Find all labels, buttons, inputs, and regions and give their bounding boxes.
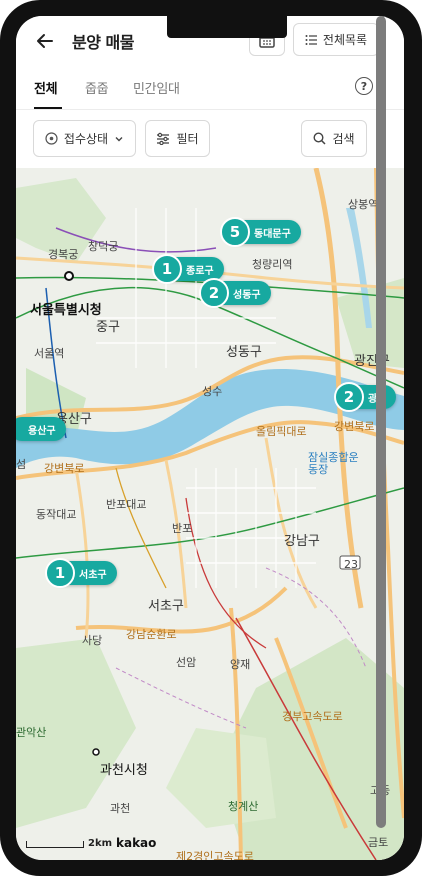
- map-label-gangnam-gu: 강남구: [284, 534, 320, 549]
- search-button[interactable]: 검색: [301, 120, 367, 157]
- map-label-je2-gyeongin: 제2경인고속도로: [176, 850, 254, 860]
- map-label-geumto: 금토: [368, 836, 389, 849]
- map-label-banpo: 반포: [172, 522, 193, 535]
- scrollbar[interactable]: [376, 16, 386, 828]
- map-label-road-23: 23: [344, 558, 358, 571]
- map-label-sadang: 사당: [82, 634, 103, 647]
- marker-count: 1: [152, 254, 182, 284]
- map-label-gwacheon-city-hall: 과천시청: [100, 763, 148, 778]
- back-button[interactable]: [34, 30, 56, 52]
- app-screen: 분양 매물 전체목록 전체 줍줍 민간임대 ? 접수상태 필터 검색 경복궁 창…: [16, 16, 404, 860]
- map-label-dongjak-bridge: 동작대교: [36, 508, 77, 521]
- map-label-changdeokgung: 창덕궁: [88, 240, 119, 253]
- filter-bar: 접수상태 필터 검색: [16, 110, 404, 168]
- category-tabs: 전체 줍줍 민간임대 ?: [16, 64, 404, 110]
- map-view[interactable]: 경복궁 창덕궁 서울특별시청 중구 서울역 청량리역 상봉역 성동구 광진구 성…: [16, 168, 404, 860]
- map-label-cheongnyangni: 청량리역: [252, 258, 293, 271]
- status-dropdown-label: 접수상태: [63, 132, 109, 146]
- map-label-banpo-bridge: 반포대교: [106, 498, 147, 511]
- map-label-seoul-station: 서울역: [34, 347, 65, 360]
- filter-button-label: 필터: [176, 132, 199, 146]
- question-circle-icon: ?: [360, 79, 368, 93]
- map-label-yangjae: 양재: [230, 658, 251, 671]
- marker-name: 종로구: [186, 265, 214, 277]
- map-label-seongdong-gu: 성동구: [226, 345, 262, 360]
- map-label-gwanaksan: 관악산: [16, 726, 47, 739]
- full-list-label: 전체목록: [322, 33, 368, 47]
- search-icon: [313, 132, 326, 145]
- device-frame: 분양 매물 전체목록 전체 줍줍 민간임대 ? 접수상태 필터 검색 경복궁 창…: [0, 0, 422, 876]
- map-label-jung-gu: 중구: [96, 320, 120, 335]
- map-marker-dongdaemun[interactable]: 5 동대문구: [220, 217, 301, 247]
- map-scale-label: 2km: [88, 838, 113, 849]
- marker-name: 용산구: [28, 425, 56, 437]
- status-notch: [167, 16, 287, 38]
- map-label-seoul-city-hall: 서울특별시청: [30, 303, 102, 318]
- tab-all[interactable]: 전체: [34, 78, 58, 97]
- map-label-gyeongbokgung: 경복궁: [48, 248, 79, 261]
- marker-count: 2: [199, 278, 229, 308]
- map-label-seocho-gu: 서초구: [148, 599, 184, 614]
- map-label-sangbong: 상봉역: [348, 198, 379, 211]
- full-list-button[interactable]: 전체목록: [293, 23, 379, 56]
- map-label-cheonggyesan: 청계산: [228, 800, 259, 813]
- map-label-gwacheon: 과천: [110, 802, 131, 815]
- circle-dot-icon: [45, 132, 58, 145]
- page-title: 분양 매물: [72, 33, 134, 52]
- arrow-left-icon: [37, 34, 53, 48]
- map-marker-seocho[interactable]: 1 서초구: [45, 558, 117, 588]
- map-label-olympic: 올림픽대로: [256, 425, 307, 438]
- tab-jupjup[interactable]: 줍줍: [85, 78, 109, 97]
- active-tab-indicator: [34, 107, 62, 109]
- map-label-gyeongbu: 경부고속도로: [282, 710, 343, 723]
- marker-count: 5: [220, 217, 250, 247]
- map-label-gangnam-sunhwan: 강남순환로: [126, 628, 177, 641]
- marker-name: 서초구: [79, 569, 107, 581]
- map-label-gangbyeon-buk: 강변북로: [44, 462, 85, 475]
- map-marker-seongdong[interactable]: 2 성동구: [199, 278, 271, 308]
- map-label-seongsu: 성수: [202, 385, 223, 398]
- list-icon: [305, 34, 317, 45]
- chevron-down-icon: [115, 136, 123, 141]
- sliders-icon: [157, 132, 170, 145]
- status-dropdown[interactable]: 접수상태: [33, 120, 136, 157]
- filter-button[interactable]: 필터: [145, 120, 210, 157]
- map-marker-yongsan[interactable]: 용산구: [16, 417, 66, 441]
- help-button[interactable]: ?: [355, 77, 373, 95]
- marker-name: 동대문구: [254, 228, 291, 240]
- marker-count: 2: [334, 382, 364, 412]
- search-button-label: 검색: [332, 132, 355, 146]
- map-scale-bar: [26, 841, 84, 848]
- map-attribution: kakao: [116, 836, 157, 850]
- marker-count: 1: [45, 558, 75, 588]
- map-label-seonam: 선암: [176, 656, 197, 669]
- tab-private-rental[interactable]: 민간임대: [133, 78, 180, 97]
- map-label-gangbyeon-buk-east: 강변북로: [334, 420, 375, 433]
- marker-name: 성동구: [233, 289, 261, 301]
- map-marker-gwangjin[interactable]: 2 광진: [334, 382, 397, 412]
- map-label-seom: 섬: [16, 458, 27, 471]
- map-label-jamsil: 잠실종합운동장: [308, 451, 359, 476]
